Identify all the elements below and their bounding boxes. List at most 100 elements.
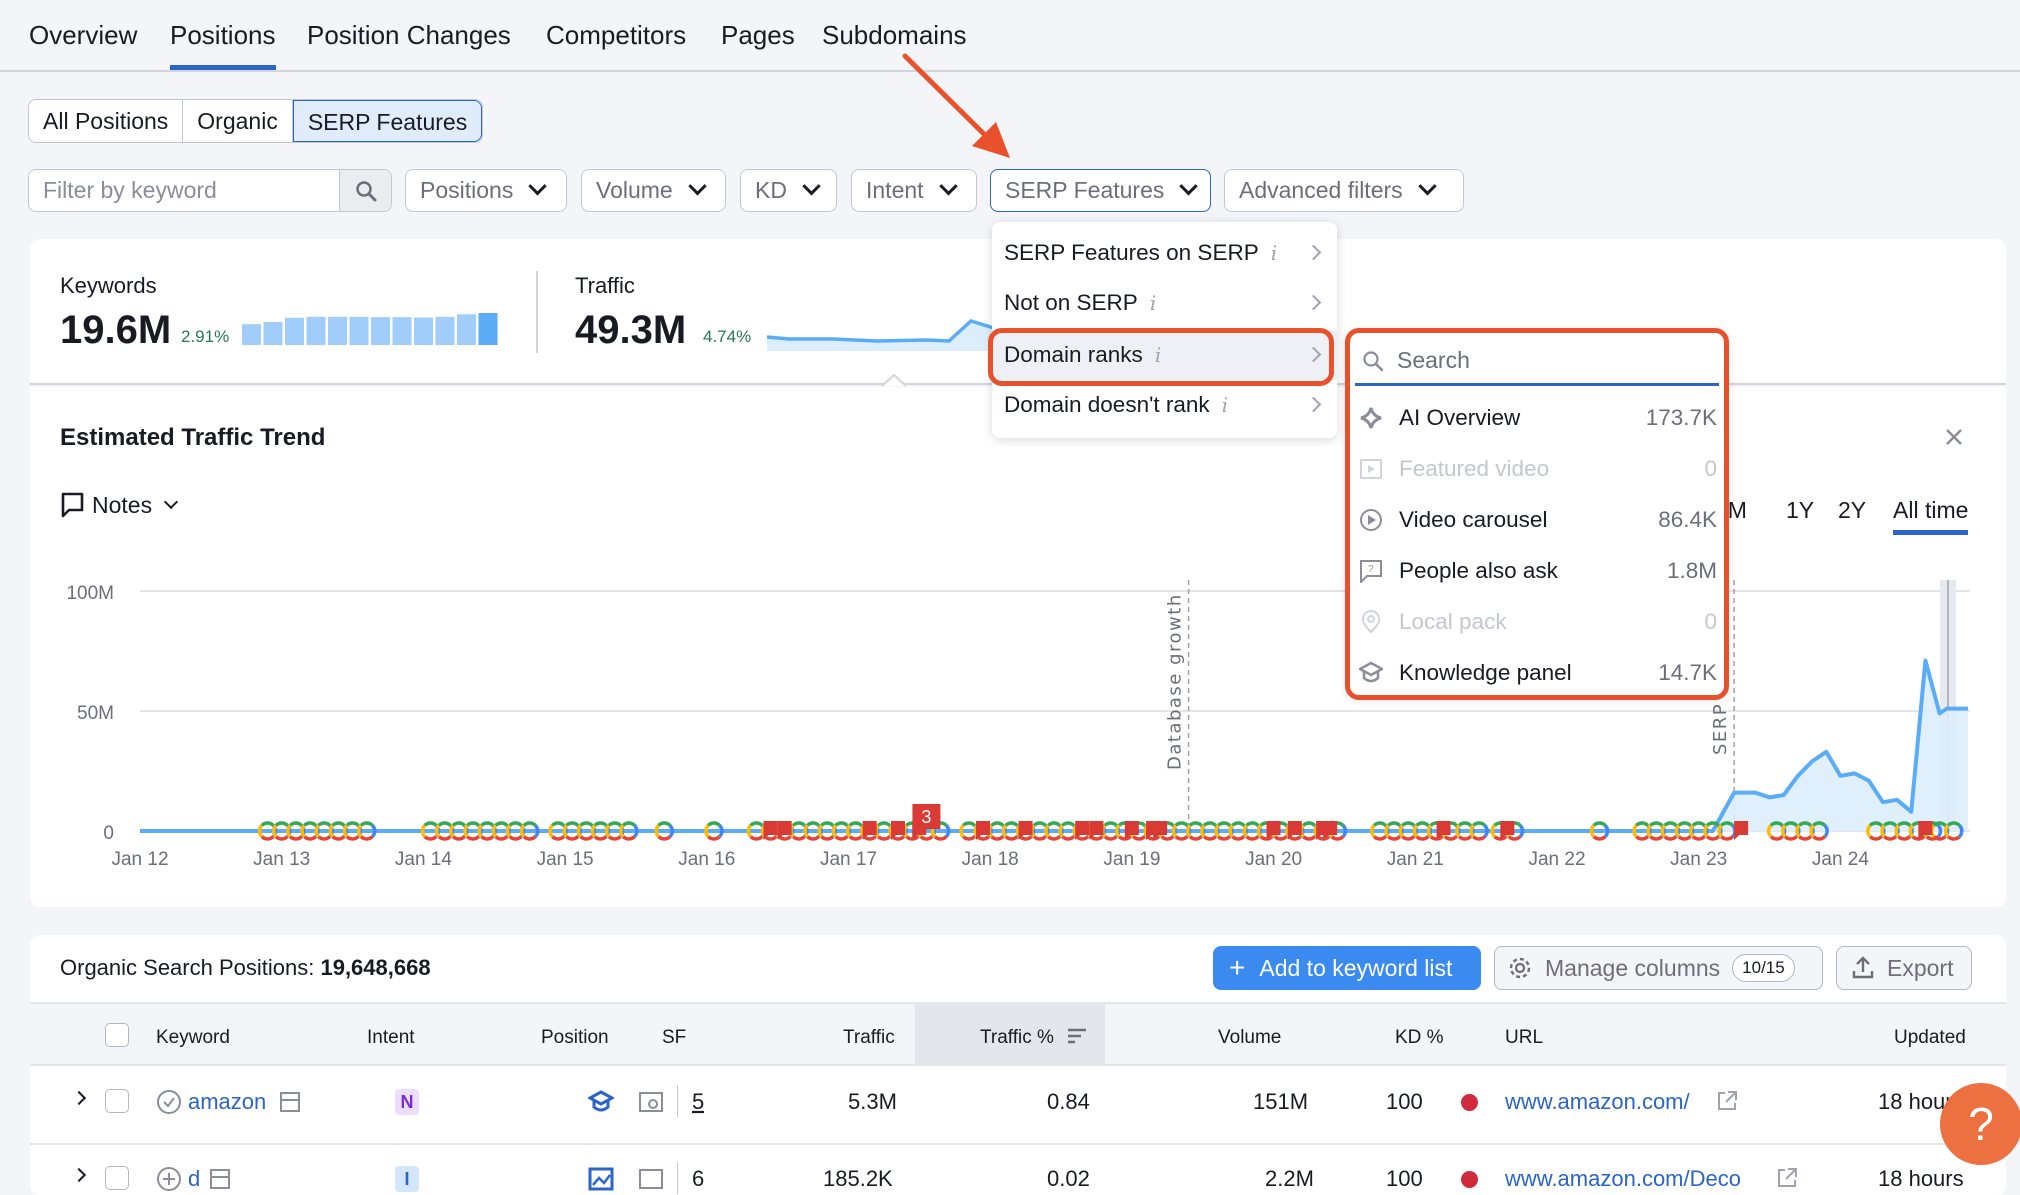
google-icon-arc	[891, 835, 905, 841]
kd-dot	[1461, 1171, 1478, 1188]
notes-count-label: 3	[921, 807, 931, 827]
featured-video-icon	[1359, 457, 1383, 481]
manage-columns-button[interactable]: Manage columns 10/15	[1494, 946, 1823, 990]
header-intent[interactable]: Intent	[367, 1027, 415, 1049]
url-link[interactable]: www.amazon.com/	[1505, 1089, 1690, 1115]
google-icon-arc	[933, 835, 948, 841]
serp-feature-icon	[639, 1169, 663, 1189]
google-icon-arc	[466, 821, 480, 827]
external-link-icon[interactable]	[1776, 1167, 1798, 1189]
url-link[interactable]: www.amazon.com/Deco	[1505, 1166, 1741, 1192]
header-position[interactable]: Position	[541, 1027, 609, 1049]
add-circle-icon	[157, 1167, 181, 1191]
serp-option-people-also-ask[interactable]: ? People also ask 1.8M	[1359, 546, 1719, 596]
table-title-label: Organic Search Positions:	[60, 955, 315, 980]
google-icon-arc	[331, 835, 346, 841]
serp-snapshot-icon[interactable]	[280, 1092, 300, 1112]
serp-option-video-carousel[interactable]: Video carousel 86.4K	[1359, 495, 1719, 545]
header-traffic[interactable]: Traffic	[843, 1027, 895, 1049]
menu-item-not-on-serp[interactable]: Not on SERP i	[992, 278, 1337, 328]
row-checkbox[interactable]	[105, 1166, 129, 1190]
google-icon-arc	[345, 835, 360, 841]
google-icon-arc	[1705, 821, 1720, 827]
menu-item-label: SERP Features on SERP	[1004, 240, 1259, 265]
serp-option-ai-overview[interactable]: AI Overview 173.7K	[1359, 393, 1719, 443]
row-checkbox[interactable]	[105, 1089, 129, 1113]
people-also-ask-icon: ?	[1359, 559, 1383, 583]
google-icon-arc	[303, 835, 317, 841]
google-icon-arc	[706, 821, 721, 827]
menu-item-label: Domain doesn't rank	[1004, 392, 1210, 417]
google-icon-arc	[579, 821, 594, 827]
google-icon-arc	[1089, 835, 1104, 841]
traffic-value: 185.2K	[823, 1166, 893, 1191]
traffic-pct-value: 0.84	[1047, 1089, 1090, 1114]
info-icon[interactable]: i	[1150, 291, 1156, 315]
google-icon-arc	[1032, 835, 1047, 841]
google-icon-arc	[1401, 821, 1416, 827]
header-volume[interactable]: Volume	[1218, 1027, 1281, 1049]
google-icon-arc	[1691, 821, 1706, 827]
serp-option-count: 14.7K	[1658, 660, 1717, 685]
google-icon-arc	[1160, 835, 1175, 841]
google-icon-arc	[1004, 835, 1019, 841]
google-icon-arc	[806, 835, 820, 841]
header-traffic-pct[interactable]: Traffic %	[980, 1027, 1087, 1049]
serp-snapshot-icon[interactable]	[210, 1169, 230, 1189]
traffic-pct-value: 0.02	[1047, 1166, 1090, 1191]
info-icon[interactable]: i	[1155, 343, 1161, 367]
google-icon-arc	[1188, 835, 1203, 841]
info-icon[interactable]: i	[1271, 241, 1277, 265]
help-button[interactable]: ?	[1940, 1083, 2020, 1165]
google-icon-arc	[317, 835, 332, 841]
header-keyword[interactable]: Keyword	[156, 1027, 230, 1049]
external-link-icon[interactable]	[1716, 1090, 1738, 1112]
header-url[interactable]: URL	[1505, 1027, 1543, 1049]
sf-divider	[677, 1085, 678, 1117]
menu-item-domain-ranks[interactable]: Domain ranks i	[992, 330, 1337, 380]
google-icon-arc	[274, 821, 289, 827]
google-icon-arc	[1783, 835, 1798, 841]
gear-icon	[1509, 957, 1531, 979]
select-all-checkbox[interactable]	[105, 1023, 129, 1047]
header-sf[interactable]: SF	[662, 1027, 686, 1049]
google-icon-arc	[1018, 835, 1033, 841]
info-icon[interactable]: i	[1222, 393, 1228, 417]
google-icon-arc	[1868, 835, 1883, 841]
google-icon-arc	[1372, 835, 1387, 841]
google-icon-arc	[820, 835, 835, 841]
header-updated[interactable]: Updated	[1894, 1027, 1966, 1049]
serp-feature-icon	[639, 1092, 663, 1112]
google-icon-arc	[1798, 835, 1812, 841]
google-icon-arc	[1202, 835, 1217, 841]
google-icon-arc	[1458, 835, 1472, 841]
header-kd[interactable]: KD %	[1395, 1027, 1444, 1049]
keyword-link[interactable]: amazon	[188, 1089, 266, 1115]
serp-option-knowledge-panel[interactable]: Knowledge panel 14.7K	[1359, 648, 1719, 698]
export-icon	[1852, 956, 1874, 979]
google-icon-arc	[303, 821, 317, 827]
volume-value: 151M	[1253, 1089, 1309, 1114]
menu-item-domain-doesnt-rank[interactable]: Domain doesn't rank i	[992, 380, 1337, 430]
add-to-keyword-list-button[interactable]: + Add to keyword list	[1213, 946, 1481, 990]
sf-count[interactable]: 6	[692, 1166, 704, 1192]
local-pack-icon	[1359, 610, 1383, 634]
serp-option-count: 86.4K	[1658, 507, 1717, 532]
google-icon-arc	[1103, 821, 1118, 827]
export-button[interactable]: Export	[1836, 946, 1972, 990]
google-icon-arc	[621, 821, 636, 827]
google-icon-arc	[834, 835, 849, 841]
google-icon-arc	[551, 821, 565, 827]
knowledge-panel-icon	[588, 1090, 614, 1112]
keyword-link[interactable]: d	[188, 1166, 200, 1192]
x-tick-label: Jan 20	[1245, 849, 1302, 870]
sf-count[interactable]: 5	[692, 1089, 704, 1115]
google-icon-arc	[1443, 835, 1458, 841]
google-icon-arc	[1720, 835, 1734, 841]
serp-option-count: 173.7K	[1645, 405, 1717, 430]
submenu-search-input[interactable]	[1385, 347, 1705, 374]
google-icon-arc	[1401, 835, 1416, 841]
menu-item-serp-features-on-serp[interactable]: SERP Features on SERP i	[992, 228, 1337, 278]
google-icon-arc	[848, 835, 863, 841]
sort-icon	[1068, 1028, 1087, 1044]
